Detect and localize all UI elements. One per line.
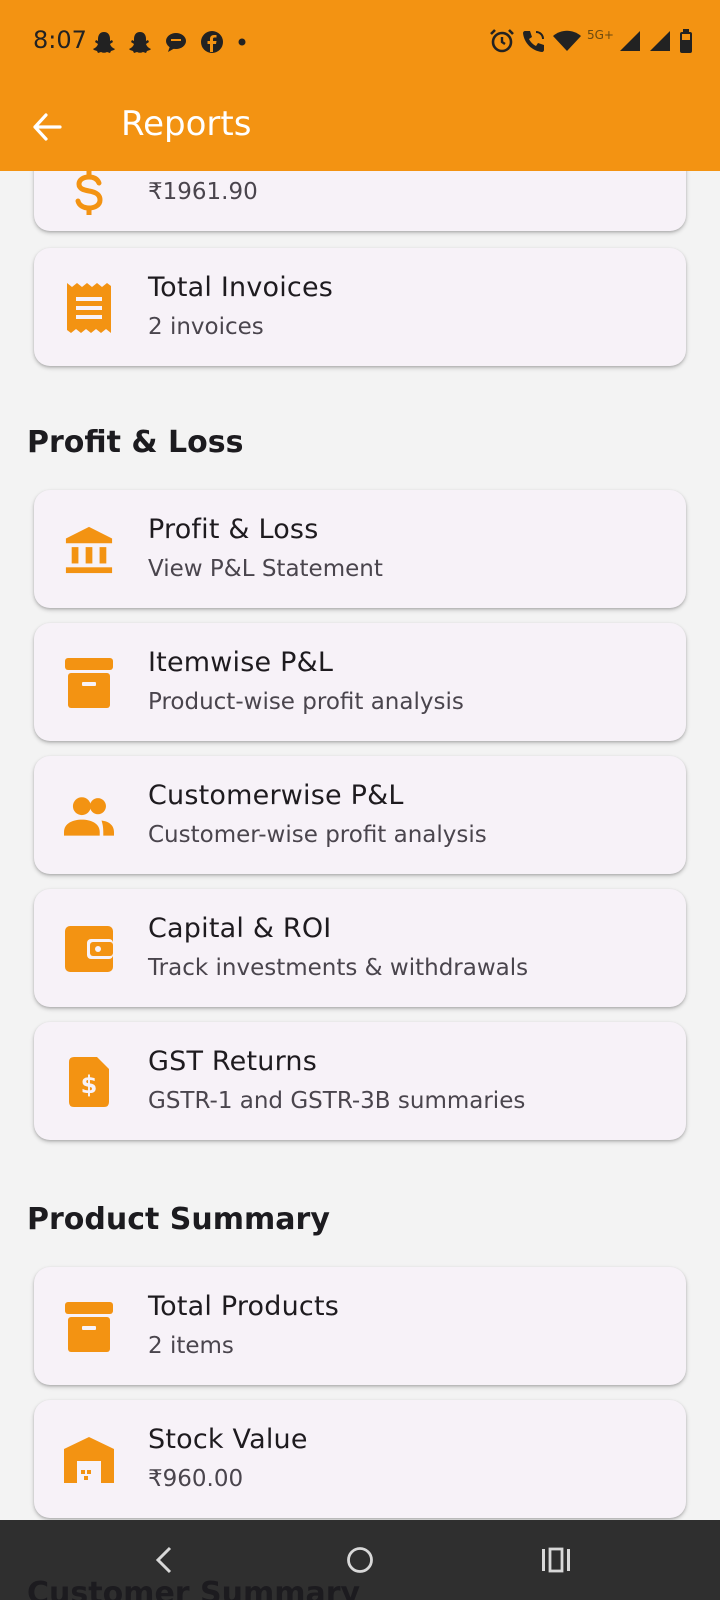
snapchat-icon [128, 30, 152, 54]
receipt-icon [64, 283, 114, 333]
system-icons: 5G+ [489, 28, 694, 54]
nav-home-button[interactable] [338, 1540, 382, 1580]
wallet-icon [64, 924, 114, 974]
archive-icon [64, 658, 114, 708]
nav-home-icon [347, 1547, 373, 1573]
more-notifications-dot-icon [236, 36, 248, 48]
bank-icon [64, 525, 114, 575]
signal-icon [648, 29, 672, 53]
reports-screen: ₹1961.90 Total Invoices 2 invoices Profi… [0, 0, 720, 1600]
facebook-icon [200, 30, 224, 54]
wifi-icon [553, 29, 581, 53]
card-subtitle: Track investments & withdrawals [148, 955, 529, 981]
network-type: 5G+ [587, 28, 614, 42]
nav-recents-button[interactable] [534, 1540, 578, 1580]
dollar-icon [64, 168, 114, 218]
card-value: 2 invoices [148, 314, 264, 340]
card-title: Total Invoices [148, 272, 334, 303]
card-subtitle: Product-wise profit analysis [148, 689, 464, 715]
wifi-call-icon [521, 28, 547, 54]
arrow-back-icon [33, 113, 62, 141]
chat-bubble-icon [164, 30, 188, 54]
status-bar: 8:07 5G+ [0, 0, 720, 84]
status-time: 8:07 [33, 26, 87, 54]
reports-content[interactable]: ₹1961.90 Total Invoices 2 invoices Profi… [0, 0, 720, 1600]
total-sales-value: ₹1961.90 [148, 179, 258, 205]
alarm-icon [489, 28, 515, 54]
section-title-profit-loss: Profit & Loss [27, 425, 244, 460]
total-invoices-card[interactable]: Total Invoices 2 invoices [34, 248, 686, 366]
nav-recents-icon [542, 1547, 570, 1573]
app-bar: Reports [0, 84, 720, 171]
notification-icons [92, 30, 248, 54]
total-products-card[interactable]: Total Products 2 items [34, 1267, 686, 1385]
card-title: Customerwise P&L [148, 780, 404, 811]
warehouse-icon [64, 1435, 114, 1485]
stock-value-card[interactable]: Stock Value ₹960.00 [34, 1400, 686, 1518]
battery-icon [678, 28, 694, 54]
itemwise-pl-card[interactable]: Itemwise P&L Product-wise profit analysi… [34, 623, 686, 741]
people-icon [64, 791, 114, 841]
card-title: Profit & Loss [148, 514, 319, 545]
card-value: ₹960.00 [148, 1466, 244, 1492]
back-button[interactable] [20, 100, 74, 154]
section-title-customer-summary: Customer Summary [27, 1576, 361, 1600]
card-value: 2 items [148, 1333, 234, 1359]
card-subtitle: GSTR-1 and GSTR-3B summaries [148, 1088, 526, 1114]
section-title-product-summary: Product Summary [27, 1202, 330, 1237]
archive-icon [64, 1302, 114, 1352]
profit-loss-card[interactable]: Profit & Loss View P&L Statement [34, 490, 686, 608]
top-bar: 8:07 5G+ Reports [0, 0, 720, 171]
gst-returns-card[interactable]: $ GST Returns GSTR-1 and GSTR-3B summari… [34, 1022, 686, 1140]
card-title: Stock Value [148, 1424, 308, 1455]
snapchat-icon [92, 30, 116, 54]
card-title: Itemwise P&L [148, 647, 334, 678]
card-title: Capital & ROI [148, 913, 332, 944]
nav-back-button[interactable] [142, 1540, 186, 1580]
capital-roi-card[interactable]: Capital & ROI Track investments & withdr… [34, 889, 686, 1007]
svg-text:$: $ [81, 1071, 98, 1099]
page-title: Reports [121, 104, 252, 144]
card-subtitle: View P&L Statement [148, 556, 383, 582]
card-title: Total Products [148, 1291, 340, 1322]
card-title: GST Returns [148, 1046, 317, 1077]
tax-document-icon: $ [64, 1057, 114, 1107]
signal-icon [618, 29, 642, 53]
card-subtitle: Customer-wise profit analysis [148, 822, 487, 848]
nav-back-icon [155, 1546, 172, 1574]
customerwise-pl-card[interactable]: Customerwise P&L Customer-wise profit an… [34, 756, 686, 874]
